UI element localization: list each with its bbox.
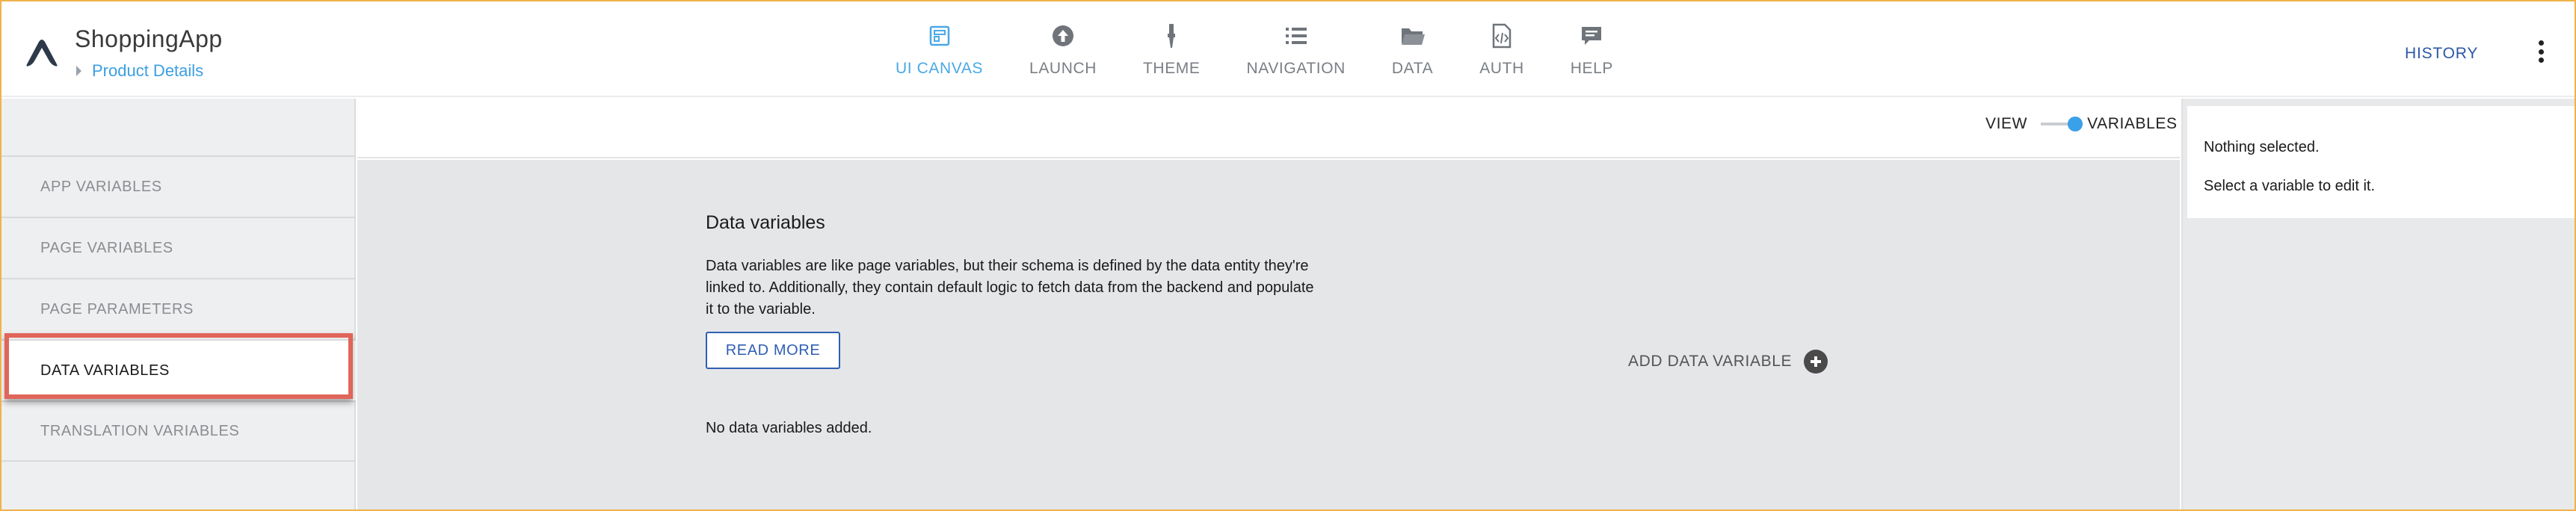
nav-label: HELP (1570, 60, 1614, 77)
canvas-icon (929, 25, 949, 46)
app-title: ShoppingApp (75, 25, 223, 52)
toggle-switch[interactable] (2041, 117, 2083, 131)
nav-theme[interactable]: THEME (1143, 22, 1201, 78)
sidebar-item-data-variables[interactable]: DATA VARIABLES (1, 339, 356, 400)
empty-state-text: No data variables added. (706, 420, 872, 436)
sidebar-item-page-parameters[interactable]: PAGE PARAMETERS (1, 278, 356, 339)
app-logo-icon (26, 40, 58, 66)
toggle-label-variables[interactable]: VARIABLES (2087, 115, 2178, 133)
chevron-right-icon (76, 66, 81, 76)
app-window: ShoppingApp Product Details UI CANVAS LA… (0, 0, 2576, 511)
nav-label: NAVIGATION (1246, 60, 1346, 77)
list-icon (1285, 28, 1307, 44)
read-more-button[interactable]: READ MORE (706, 332, 840, 369)
add-data-variable-button[interactable]: ADD DATA VARIABLE (1628, 350, 1828, 374)
nav-label: AUTH (1479, 60, 1524, 77)
upload-icon (1053, 25, 1074, 46)
nav-navigation[interactable]: NAVIGATION (1247, 22, 1346, 78)
brush-icon (1168, 24, 1176, 48)
breadcrumb[interactable]: Product Details (76, 61, 203, 81)
nav-launch[interactable]: LAUNCH (1029, 22, 1097, 78)
chat-icon (1582, 27, 1602, 45)
nav-label: DATA (1391, 60, 1434, 77)
plus-circle-icon[interactable] (1804, 350, 1828, 374)
code-file-icon (1492, 23, 1512, 49)
nav-ui-canvas[interactable]: UI CANVAS (896, 22, 983, 78)
properties-card (2187, 106, 2575, 218)
nav-auth[interactable]: AUTH (1479, 22, 1524, 78)
nav-label: UI CANVAS (896, 60, 984, 77)
add-data-variable-label[interactable]: ADD DATA VARIABLE (1628, 353, 1792, 371)
properties-empty-title: Nothing selected. (2204, 139, 2320, 155)
section-description: Data variables are like page variables, … (706, 258, 1314, 318)
toggle-knob[interactable] (2068, 117, 2083, 131)
nav-help[interactable]: HELP (1571, 22, 1613, 78)
toggle-label-view[interactable]: VIEW (1985, 115, 2027, 133)
kebab-menu-icon[interactable] (2537, 40, 2545, 63)
nav-data[interactable]: DATA (1392, 22, 1433, 78)
main-content (357, 160, 2180, 510)
main-toolbar (357, 99, 2180, 158)
folder-icon (1401, 28, 1425, 45)
history-button[interactable]: HISTORY (2405, 45, 2478, 63)
sidebar-item-page-variables[interactable]: PAGE VARIABLES (1, 217, 356, 278)
properties-empty-hint: Select a variable to edit it. (2204, 178, 2376, 194)
sidebar-item-app-variables[interactable]: APP VARIABLES (1, 155, 356, 217)
view-variables-toggle[interactable]: VIEW VARIABLES (1985, 115, 2178, 133)
breadcrumb-page[interactable]: Product Details (92, 61, 203, 81)
main-nav: UI CANVAS LAUNCH THEME NAVIGATION DATA A… (896, 22, 1660, 78)
section-title: Data variables (706, 212, 825, 233)
top-header: ShoppingApp Product Details UI CANVAS LA… (1, 1, 2575, 97)
nav-label: THEME (1143, 60, 1201, 77)
nav-label: LAUNCH (1029, 60, 1097, 77)
sidebar-item-translation-variables[interactable]: TRANSLATION VARIABLES (1, 400, 356, 462)
